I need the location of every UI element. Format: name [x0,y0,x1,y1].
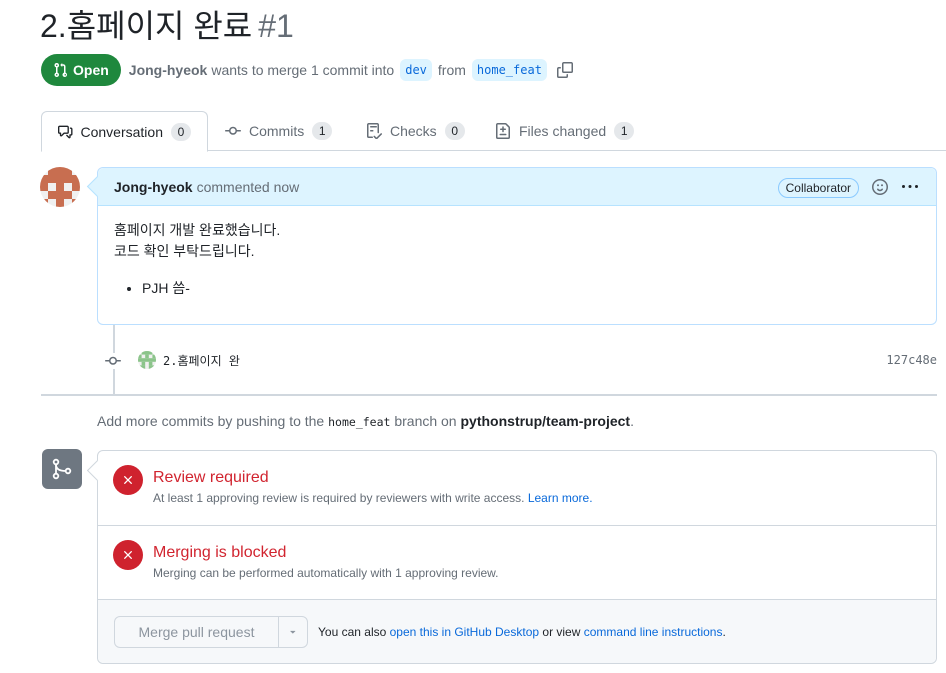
tab-files-changed[interactable]: Files changed 1 [479,111,650,151]
kebab-horizontal-icon [902,185,918,188]
review-required-title: Review required [153,469,269,486]
collaborator-badge: Collaborator [777,178,859,198]
hint-prefix: You can also [318,625,387,639]
tab-conversation[interactable]: Conversation 0 [41,111,208,152]
from-text: from [437,62,466,78]
x-icon [124,476,132,484]
git-commit-icon [105,353,121,372]
push-note: Add more commits by pushing to the home_… [97,413,634,429]
pr-action-text: wants to merge 1 commit into [211,62,395,78]
merge-status-icon [42,449,82,489]
pr-tabs: Conversation 0 Commits 1 Checks 0 Files … [41,111,946,152]
tab-files-changed-label: Files changed [519,123,607,139]
file-diff-icon [496,123,510,139]
merge-hint: You can also open this in GitHub Desktop… [318,625,726,639]
base-branch[interactable]: dev [400,59,432,81]
tab-commits[interactable]: Commits 1 [209,111,348,151]
hint-suffix: . [722,625,726,639]
commit-sha-link[interactable]: 127c48e [886,353,937,367]
identicon-image [40,167,80,207]
comment-time[interactable]: commented now [197,179,300,195]
checklist-icon [367,123,382,139]
merging-blocked-title: Merging is blocked [153,544,287,561]
review-required-subtitle: At least 1 approving review is required … [153,491,593,505]
comment-header: Jong-hyeok commented now Collaborator [98,168,936,206]
comment-body: 홈페이지 개발 완료했습니다. 코드 확인 부탁드립니다. PJH 씀- [98,206,936,313]
git-commit-icon [225,126,241,135]
learn-more-link[interactable]: Learn more. [528,491,593,505]
push-note-prefix: Add more commits by pushing to the [97,413,325,429]
smiley-icon [872,179,888,195]
tab-commits-label: Commits [249,123,305,139]
push-note-middle: branch on [394,413,457,429]
review-required-section: Review required At least 1 approving rev… [98,451,936,526]
merging-blocked-subtitle: Merging can be performed automatically w… [153,566,499,580]
merging-blocked-section: Merging is blocked Merging can be perfor… [98,526,936,600]
state-badge: Open [41,54,121,86]
tab-commits-count: 1 [312,122,333,140]
comment-discussion-icon [58,125,73,138]
identicon-image [138,351,156,369]
merge-pull-request-button[interactable]: Merge pull request [115,617,279,647]
commit-message-link[interactable]: 2.홈페이지 완 [163,352,240,369]
triangle-down-icon [290,630,296,634]
tab-conversation-label: Conversation [80,123,164,140]
hint-middle: or view [542,625,581,639]
state-label: Open [73,62,109,78]
x-circle-icon [113,465,143,495]
tab-files-changed-count: 1 [614,122,635,140]
merge-box: Review required At least 1 approving rev… [97,450,937,664]
commit-row: 2.홈페이지 완 127c48e [97,350,937,372]
command-line-instructions-link[interactable]: command line instructions [584,625,723,639]
pr-title: 2.홈페이지 완료 [40,8,253,44]
tab-checks[interactable]: Checks 0 [350,111,481,151]
pr-author-link[interactable]: Jong-hyeok [129,62,208,78]
comment-options-button[interactable] [902,179,918,198]
page-title: 2.홈페이지 완료 #1 [40,6,294,46]
comment-author[interactable]: Jong-hyeok [114,179,193,195]
merge-button-group: Merge pull request [114,616,308,648]
commit-author-avatar[interactable] [138,351,156,369]
head-branch[interactable]: home_feat [471,59,547,81]
tab-conversation-count: 0 [171,122,191,141]
comment-line-1: 홈페이지 개발 완료했습니다. [114,222,281,238]
pr-number: #1 [258,8,294,44]
merge-footer: Merge pull request You can also open thi… [98,600,936,663]
tab-checks-count: 0 [444,122,465,140]
git-pull-request-icon [54,62,67,78]
push-note-branch: home_feat [328,415,391,429]
git-merge-icon [52,458,72,480]
tab-checks-label: Checks [390,123,437,139]
x-icon [124,551,132,559]
x-circle-icon [113,540,143,570]
avatar[interactable] [40,167,80,207]
pr-meta: Open Jong-hyeok wants to merge 1 commit … [41,54,573,86]
push-note-repo[interactable]: pythonstrup/team-project [461,413,631,429]
merge-method-dropdown[interactable] [279,617,307,647]
add-reaction-button[interactable] [872,179,888,198]
timeline-divider [41,394,937,396]
comment-line-2: 코드 확인 부탁드립니다. [114,243,255,259]
copy-icon [556,62,573,78]
open-in-desktop-link[interactable]: open this in GitHub Desktop [390,625,539,639]
copy-branch-button[interactable] [556,62,573,78]
comment-box: Jong-hyeok commented now Collaborator 홈페… [97,167,937,325]
comment-bullet: PJH 씀- [142,278,920,299]
review-required-text: At least 1 approving review is required … [153,491,525,505]
comment-list: PJH 씀- [114,278,920,299]
push-note-suffix: . [630,413,634,429]
